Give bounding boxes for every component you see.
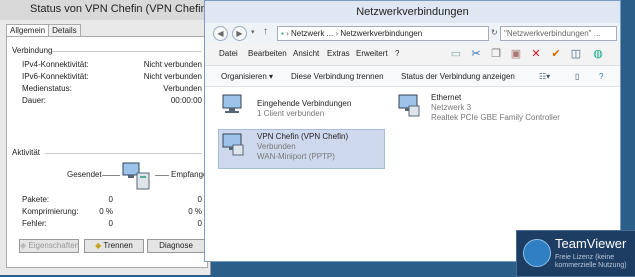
teamviewer-popup[interactable]: TeamViewer Freie Lizenz (keine kommerzie… [516,230,635,277]
ipv4-value: Nicht verbunden [143,60,202,69]
duration-value: 00:00:00 [170,96,202,105]
media-status-label: Medienstatus: [22,84,72,93]
diagnose-button[interactable]: Diagnose [147,239,205,253]
breadcrumb-connections[interactable]: Netzwerkverbindungen [340,29,422,38]
delete-icon[interactable]: ✕ [529,47,543,61]
address-bar: ◀ ▶ ▾ ↑ ▪ › Netzwerk ... › Netzwerkverbi… [205,23,620,43]
refresh-icon[interactable]: ↻ [491,28,498,37]
compression-received: 0 % [188,207,202,216]
status-panel: Verbindung IPv4-Konnektivität: Nicht ver… [6,36,212,268]
back-button[interactable]: ◀ [213,26,228,41]
vpn-status: Verbunden [257,142,296,151]
errors-label: Fehler: [22,219,47,228]
incoming-status: 1 Client verbunden [257,109,325,118]
breadcrumb-network[interactable]: Netzwerk ... [291,29,333,38]
menu-advanced[interactable]: Erweitert [356,49,388,58]
cut-icon[interactable]: ✂ [469,47,483,61]
teamviewer-logo-icon [523,239,551,267]
teamviewer-subtitle: Freie Lizenz (keine kommerzielle Nutzung… [555,254,627,269]
net-window-title: Netzwerkverbindungen [356,6,469,18]
shield-icon: ◆ [20,241,27,250]
search-input[interactable]: "Netzwerkverbindungen" ... [500,26,617,41]
status-tabs: Allgemein Details [6,24,81,36]
menu-file[interactable]: Datei [219,49,238,58]
up-arrow-icon[interactable]: ↑ [263,26,268,37]
ethernet-name: Ethernet [431,93,462,102]
properties-toolbar-icon[interactable]: ▭ [449,47,463,61]
shield-icon: ◆ [95,241,102,250]
breadcrumb-separator-icon: › [286,29,289,38]
incoming-connection-icon [222,94,242,113]
chevron-down-icon: ▾ [269,72,274,81]
organize-button[interactable]: Organisieren ▾ [221,72,273,81]
view-options-icon[interactable]: ☷▾ [539,72,550,81]
errors-sent: 0 [108,219,113,228]
status-command[interactable]: Status der Verbindung anzeigen [401,72,515,81]
ipv6-label: IPv6-Konnektivität: [22,72,89,81]
teamviewer-title: TeamViewer [555,236,627,251]
duration-label: Dauer: [22,96,47,105]
ethernet-adapter: Realtek PCIe GBE Family Controller [431,113,560,122]
help-icon[interactable]: ? [599,72,603,81]
vpn-adapter: WAN-Miniport (PPTP) [257,152,335,161]
tab-details[interactable]: Details [48,24,81,36]
properties-button-label: Eigenschaften [28,241,80,250]
move-icon[interactable]: ◫ [569,47,583,61]
vpn-name: VPN Chefin (VPN Chefin) [257,132,349,141]
organize-label: Organisieren [221,72,267,81]
recent-dropdown-icon[interactable]: ▾ [251,28,255,36]
net-titlebar[interactable]: Netzwerkverbindungen [205,1,620,23]
packets-received: 0 [197,195,202,204]
ipv6-value: Nicht verbunden [143,72,202,81]
section-divider [45,153,202,154]
paste-icon[interactable]: ▣ [509,47,523,61]
section-divider [52,51,202,52]
search-placeholder: "Netzwerkverbindungen" ... [504,29,601,38]
forward-button[interactable]: ▶ [232,26,247,41]
sent-label: Gesendet [67,170,102,179]
errors-received: 0 [197,219,202,228]
menu-bar: Datei Bearbeiten Ansicht Extras Erweiter… [205,43,620,66]
status-window: Status von VPN Chefin (VPN Chefin) Allge… [0,0,212,275]
globe-icon[interactable]: ◍ [591,47,605,61]
properties-button[interactable]: ◆ Eigenschaften [19,239,79,253]
compression-label: Komprimierung: [22,207,79,216]
breadcrumb-separator-icon: › [335,29,339,38]
network-computers-icon [122,162,150,190]
packets-label: Pakete: [22,195,50,204]
ethernet-icon [398,94,420,117]
vpn-connection-icon [222,133,244,156]
network-folder-icon: ▪ [281,29,284,38]
back-arrow-icon: ◀ [217,29,224,38]
disconnect-button[interactable]: ◆ Trennen [84,239,144,253]
disconnect-command[interactable]: Diese Verbindung trennen [291,72,384,81]
tab-allgemein[interactable]: Allgemein [6,24,50,36]
packets-sent: 0 [108,195,113,204]
breadcrumb[interactable]: ▪ › Netzwerk ... › Netzwerkverbindungen [277,26,489,41]
forward-arrow-icon: ▶ [236,29,243,38]
section-activity-title: Aktivität [12,148,41,157]
command-bar: Organisieren ▾ Diese Verbindung trennen … [205,66,620,87]
received-line [155,175,169,176]
media-status-value: Verbunden [163,84,202,93]
network-connections-window: Netzwerkverbindungen ◀ ▶ ▾ ↑ ▪ › Netzwer… [204,0,621,262]
checkmark-icon[interactable]: ✔ [549,47,563,61]
status-titlebar[interactable]: Status von VPN Chefin (VPN Chefin) [0,0,210,20]
compression-sent: 0 % [99,207,113,216]
disconnect-button-label: Trennen [103,241,133,250]
sent-line [102,175,120,176]
incoming-name: Eingehende Verbindungen [257,99,352,108]
menu-edit[interactable]: Bearbeiten [248,49,287,58]
menu-extras[interactable]: Extras [327,49,350,58]
ipv4-label: IPv4-Konnektivität: [22,60,89,69]
preview-pane-icon[interactable]: ▯ [575,72,579,81]
menu-help[interactable]: ? [395,49,399,58]
ethernet-network: Netzwerk 3 [431,103,472,112]
section-connection-title: Verbindung [12,46,53,55]
menu-view[interactable]: Ansicht [293,49,319,58]
status-window-title: Status von VPN Chefin (VPN Chefin) [30,3,211,15]
copy-icon[interactable]: ❐ [489,47,503,61]
